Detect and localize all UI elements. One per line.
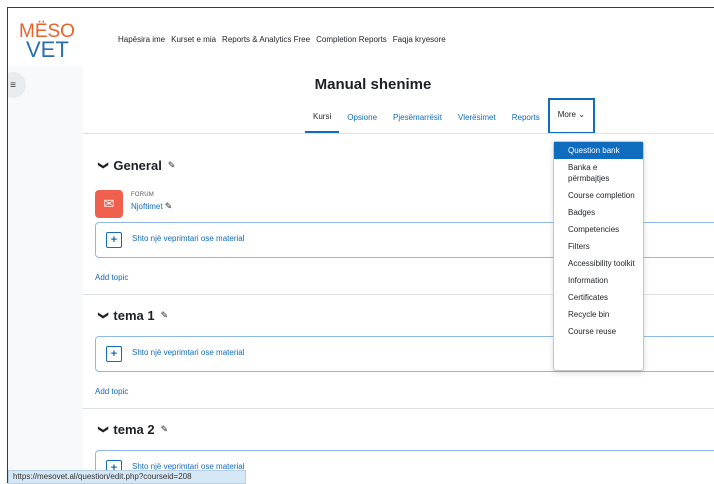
- nav-home[interactable]: Faqja kryesore: [393, 35, 446, 44]
- section-tema2-header: ❯ tema 2 ✎: [98, 422, 169, 437]
- section-title: General: [113, 158, 162, 173]
- menu-item-course-completion[interactable]: Course completion: [554, 187, 643, 204]
- chevron-down-icon[interactable]: ❯: [98, 425, 109, 433]
- logo-graphic: MËSO VET: [19, 21, 75, 62]
- activity-type-label: FORUM: [131, 192, 154, 198]
- nav-completion-reports[interactable]: Completion Reports: [316, 35, 387, 44]
- nav-dashboard[interactable]: Hapësira ime: [118, 35, 165, 44]
- tab-reports[interactable]: Reports: [504, 104, 548, 132]
- add-activity-label: Shto një veprimtari ose material: [132, 234, 245, 243]
- nav-my-courses[interactable]: Kurset e mia: [171, 35, 216, 44]
- activity-forum: ✉ FORUM Njoftimet ✎: [95, 190, 172, 218]
- menu-item-course-reuse[interactable]: Course reuse: [554, 323, 643, 340]
- browser-viewport: MËSO VET Hapësira ime Kurset e mia Repor…: [7, 7, 714, 483]
- menu-item-accessibility-toolkit[interactable]: Accessibility toolkit: [554, 255, 643, 272]
- top-navbar: MËSO VET Hapësira ime Kurset e mia Repor…: [8, 8, 714, 67]
- section-title: tema 2: [113, 422, 155, 437]
- pencil-icon[interactable]: ✎: [161, 424, 169, 435]
- menu-item-recycle-bin[interactable]: Recycle bin: [554, 306, 643, 323]
- section-general-header: ❯ General ✎: [98, 158, 176, 173]
- nav-reports-analytics[interactable]: Reports & Analytics Free: [222, 35, 310, 44]
- chevron-down-icon[interactable]: ❯: [98, 161, 109, 169]
- activity-name: Njoftimet: [131, 202, 163, 211]
- menu-item-content-bank[interactable]: Banka e përmbajtjes: [554, 159, 643, 187]
- tab-course[interactable]: Kursi: [305, 103, 340, 133]
- section-tema1-header: ❯ tema 1 ✎: [98, 308, 169, 323]
- tab-grades[interactable]: Vlerësimet: [450, 104, 504, 132]
- menu-item-information[interactable]: Information: [554, 272, 643, 289]
- logo-line2: VET: [26, 37, 69, 60]
- add-activity-label: Shto një veprimtari ose material: [132, 348, 245, 357]
- activity-link[interactable]: Njoftimet ✎: [131, 201, 172, 212]
- menu-item-badges[interactable]: Badges: [554, 204, 643, 221]
- plus-icon: +: [106, 346, 122, 362]
- plus-icon: +: [106, 232, 122, 248]
- section-title: tema 1: [113, 308, 155, 323]
- site-logo[interactable]: MËSO VET: [16, 18, 78, 62]
- tab-participants[interactable]: Pjesëmarrësit: [385, 104, 450, 132]
- tab-divider: [83, 133, 714, 134]
- chevron-down-icon[interactable]: ❯: [98, 311, 109, 319]
- section-divider: [83, 408, 714, 409]
- page-title: Manual shenime: [314, 76, 432, 93]
- tab-settings[interactable]: Opsione: [339, 104, 385, 132]
- more-dropdown-menu: Question bank Banka e përmbajtjes Course…: [553, 141, 644, 371]
- menu-item-filters[interactable]: Filters: [554, 238, 643, 255]
- left-gutter: [8, 66, 83, 483]
- menu-item-certificates[interactable]: Certificates: [554, 289, 643, 306]
- pencil-icon[interactable]: ✎: [161, 310, 169, 321]
- secondary-navigation: Kursi Opsione Pjesëmarrësit Vlerësimet R…: [305, 98, 595, 134]
- pencil-icon[interactable]: ✎: [168, 160, 176, 171]
- menu-item-competencies[interactable]: Competencies: [554, 221, 643, 238]
- pencil-icon[interactable]: ✎: [165, 201, 173, 211]
- forum-icon: ✉: [95, 190, 123, 218]
- primary-navigation: Hapësira ime Kurset e mia Reports & Anal…: [118, 35, 452, 44]
- add-topic-link[interactable]: Add topic: [95, 387, 128, 396]
- tab-more[interactable]: More ⌄: [547, 98, 595, 134]
- menu-item-question-bank[interactable]: Question bank: [554, 142, 643, 159]
- add-topic-link[interactable]: Add topic: [95, 273, 128, 282]
